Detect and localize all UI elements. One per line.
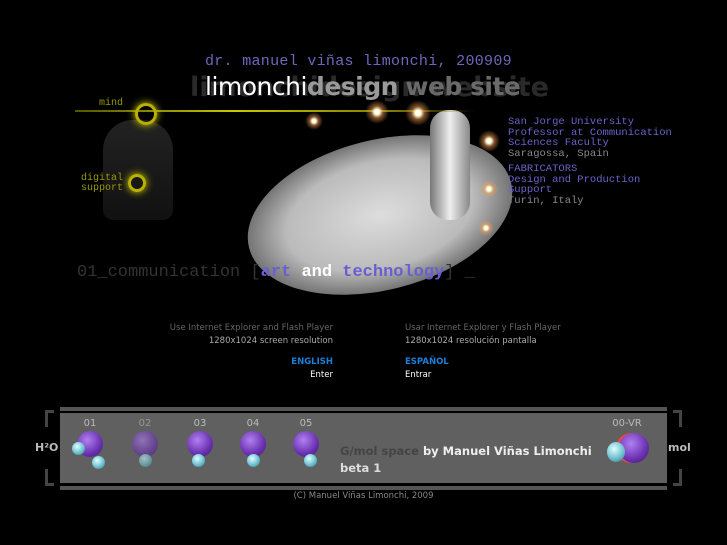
info-line: Saragossa, Spain: [508, 147, 609, 160]
molecule-number: 05: [299, 418, 313, 429]
site-title: limonchidesign web site: [205, 72, 521, 101]
site-title-b: design: [306, 72, 399, 101]
support-glow: [128, 174, 146, 192]
tagline-and: and: [301, 263, 333, 282]
divider: [60, 486, 667, 490]
label-digital-support: digital support: [81, 174, 123, 194]
spanish-link[interactable]: ESPAÑOL: [405, 356, 561, 369]
light-icon: [365, 100, 389, 124]
molecule-number: 03: [193, 418, 207, 429]
english-note: Use Internet Explorer and Flash Player: [169, 323, 333, 333]
bracket: [673, 469, 682, 486]
divider: [60, 407, 667, 411]
copyright: (C) Manuel Viñas Limonchi, 2009: [293, 491, 434, 501]
light-icon: [405, 100, 431, 126]
molecule-number: 01: [83, 418, 97, 429]
spanish-enter-link[interactable]: Entrar: [405, 369, 561, 382]
site-title-c: web site: [405, 72, 521, 101]
figure-statue: [430, 110, 470, 220]
hydrogen-icon: [304, 454, 317, 467]
hydrogen-icon: [92, 456, 105, 469]
molecule-icon: [187, 431, 213, 457]
fab-line: FABRICATORS: [508, 163, 578, 175]
hydrogen-icon: [192, 454, 205, 467]
molecule-01[interactable]: 01: [70, 418, 110, 469]
h2o-label: H²O: [35, 441, 59, 454]
fab-line: Turin, Italy: [508, 194, 584, 207]
hydrogen-icon: [139, 454, 152, 467]
gmol-caption: G/mol space by Manuel Viñas Limonchi bet…: [340, 443, 592, 477]
molecule-03[interactable]: 03: [180, 418, 220, 467]
tagline-prefix: 01_communication [: [77, 263, 261, 282]
gmol-title: G/mol space: [340, 444, 419, 458]
bracket: [45, 469, 54, 486]
molecule-05[interactable]: 05: [286, 418, 326, 467]
figure-silhouette: [103, 120, 173, 220]
hydrogen-icon: [607, 442, 625, 462]
hydrogen-icon: [72, 442, 85, 455]
light-icon: [480, 180, 498, 198]
english-column: Use Internet Explorer and Flash Player 1…: [170, 322, 333, 382]
bracket: [45, 410, 54, 427]
gmol-author: by Manuel Viñas Limonchi: [422, 444, 592, 458]
info-line: San Jorge University: [508, 116, 635, 128]
vr-label: 00-VR: [612, 418, 642, 429]
tagline: 01_communication [art and technology] _: [77, 263, 475, 282]
hydrogen-icon: [247, 454, 260, 467]
molecule-icon: [293, 431, 319, 457]
spanish-column: Usar Internet Explorer y Flash Player 12…: [405, 322, 561, 382]
author-title: dr. manuel viñas limonchi, 200909: [205, 53, 512, 70]
molecule-04[interactable]: 04: [233, 418, 273, 467]
molecule-panel: 01 02 03 04 05 G/mol space by Manuel Viñ…: [60, 413, 667, 483]
fab-line: Support: [508, 184, 553, 196]
tagline-art: art: [260, 263, 292, 282]
info-line: Sciences Faculty: [508, 137, 609, 149]
bracket: [673, 410, 682, 427]
molecule-number: 02: [138, 418, 152, 429]
english-resolution: 1280x1024 screen resolution: [208, 336, 333, 346]
site-title-a: limonchi: [205, 72, 307, 101]
molecule-number: 04: [246, 418, 260, 429]
label-mind: mind: [99, 98, 124, 109]
light-icon: [478, 220, 494, 236]
spanish-note: Usar Internet Explorer y Flash Player: [405, 323, 561, 333]
light-icon: [478, 130, 500, 152]
english-link[interactable]: ENGLISH: [170, 356, 333, 369]
spanish-resolution: 1280x1024 resolución pantalla: [405, 336, 537, 346]
beta-label: beta 1: [340, 461, 382, 475]
english-enter-link[interactable]: Enter: [170, 369, 333, 382]
label-support: support: [81, 183, 124, 194]
light-icon: [305, 112, 323, 130]
molecule-vr[interactable]: 00-VR: [605, 418, 649, 463]
mind-glow: [135, 103, 157, 125]
mol-label: mol: [668, 441, 691, 454]
info-block: San Jorge University Professor at Commun…: [508, 117, 672, 206]
tagline-technology: technology: [342, 263, 445, 282]
molecule-02[interactable]: 02: [125, 418, 165, 467]
tagline-suffix: ] _: [444, 263, 475, 282]
